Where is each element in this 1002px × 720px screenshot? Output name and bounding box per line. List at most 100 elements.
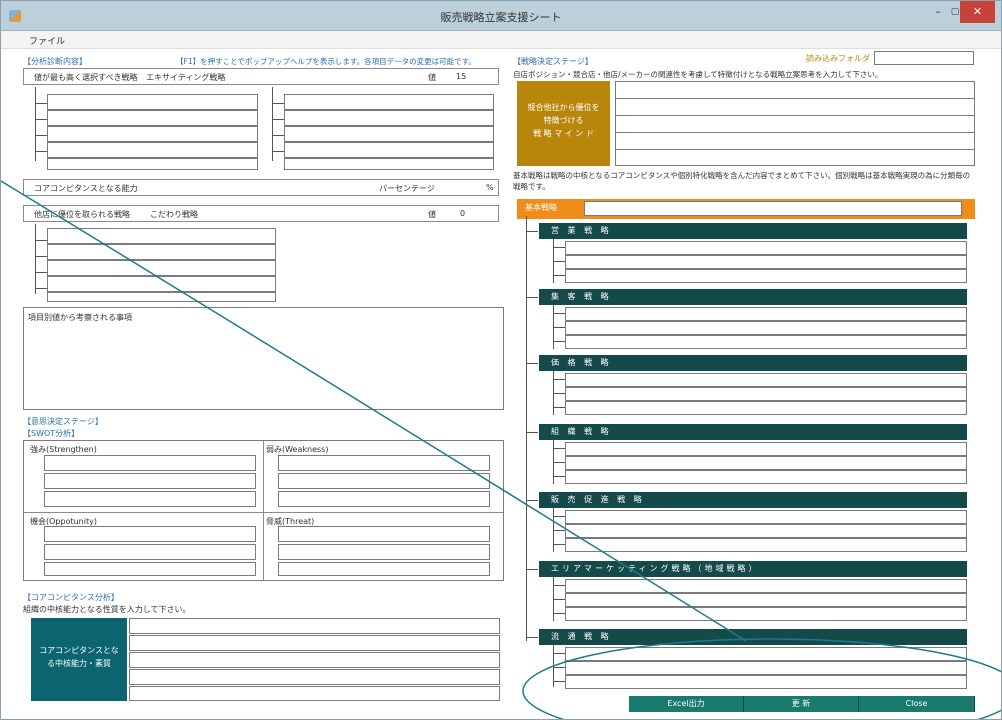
strategy-5-input-2[interactable] <box>565 524 967 538</box>
strategy-6-input-3[interactable] <box>565 607 967 621</box>
strategy-branch-arrow <box>526 569 538 570</box>
weak-input-3[interactable] <box>47 260 276 276</box>
strategy-4-input-1[interactable] <box>565 442 967 456</box>
tick <box>272 135 284 136</box>
update-button[interactable]: 更 新 <box>744 696 859 712</box>
weak-input-1[interactable] <box>47 228 276 244</box>
swot-divider-h <box>24 512 503 513</box>
opportunity-input-2[interactable] <box>44 544 256 560</box>
strategy-input-1b-5[interactable] <box>284 158 494 170</box>
strategy-branch-arrow <box>526 432 538 433</box>
weak-input-5[interactable] <box>47 292 276 302</box>
mindset-input-3[interactable] <box>615 115 975 133</box>
strategy-header-2: 集 客 戦 略 <box>539 289 967 305</box>
strength-input-3[interactable] <box>44 491 256 507</box>
strategy-input-1b-4[interactable] <box>284 142 494 158</box>
tick <box>553 653 565 654</box>
strategy-1-input-2[interactable] <box>565 255 967 269</box>
strategy-input-1b-1[interactable] <box>284 94 494 110</box>
close-window-button[interactable]: ✕ <box>960 1 995 23</box>
strategy-stage-label: 【戦略決定ステージ】 <box>513 57 593 66</box>
strategy-7-input-2[interactable] <box>565 661 967 675</box>
weak-strategy-value-label: 値 <box>428 210 436 219</box>
tick <box>272 119 284 120</box>
tick <box>272 151 284 152</box>
threat-input-2[interactable] <box>278 544 490 560</box>
strategy-header-4: 組 織 戦 略 <box>539 424 967 440</box>
weak-input-4[interactable] <box>47 276 276 292</box>
strategy-branch-arrow <box>526 297 538 298</box>
menu-file[interactable]: ファイル <box>29 34 65 47</box>
strategy-2-input-2[interactable] <box>565 321 967 335</box>
consideration-textarea[interactable]: 項目別値から考察される事項 <box>23 307 504 410</box>
strategy-2-input-3[interactable] <box>565 335 967 349</box>
strategy-3-input-2[interactable] <box>565 387 967 401</box>
strategy-input-1a-4[interactable] <box>47 142 258 158</box>
strategy-3-input-3[interactable] <box>565 401 967 415</box>
window-title: 販売戦略立案支援シート <box>440 11 562 24</box>
core-input-2[interactable] <box>129 635 500 651</box>
strategy-6-input-2[interactable] <box>565 593 967 607</box>
strength-input-1[interactable] <box>44 455 256 471</box>
strategy-2-input-1[interactable] <box>565 307 967 321</box>
folder-label: 読み込みフォルダ <box>806 54 870 63</box>
close-button[interactable]: Close <box>859 696 975 712</box>
mindset-input-1[interactable] <box>615 81 975 99</box>
strategy-1-input-1[interactable] <box>565 241 967 255</box>
weakness-input-1[interactable] <box>278 455 490 471</box>
tick <box>553 599 565 600</box>
weakness-input-3[interactable] <box>278 491 490 507</box>
weak-input-2[interactable] <box>47 244 276 260</box>
tick <box>553 407 565 408</box>
basic-strategy-input[interactable] <box>584 201 962 216</box>
strategy-3-input-1[interactable] <box>565 373 967 387</box>
strategy-trunk-line <box>526 216 527 641</box>
strategy-input-1b-3[interactable] <box>284 126 494 142</box>
strategy-input-1a-1[interactable] <box>47 94 258 110</box>
strategy-input-1a-2[interactable] <box>47 110 258 126</box>
tick <box>553 462 565 463</box>
weakness-input-2[interactable] <box>278 473 490 489</box>
excel-export-button[interactable]: Excel出力 <box>629 696 744 712</box>
core-input-1[interactable] <box>129 618 500 634</box>
strategy-4-input-2[interactable] <box>565 456 967 470</box>
strategy-5-input-1[interactable] <box>565 510 967 524</box>
tick <box>553 247 565 248</box>
mindset-input-4[interactable] <box>615 132 975 150</box>
threat-input-1[interactable] <box>278 526 490 542</box>
strategy-5-input-3[interactable] <box>565 538 967 552</box>
strategy-header-1: 営 業 戦 略 <box>539 223 967 239</box>
strategy-input-1a-3[interactable] <box>47 126 258 142</box>
strategy-header-5: 販 売 促 進 戦 略 <box>539 492 967 508</box>
core-ability-unit: % <box>486 183 494 192</box>
strategy-6-input-1[interactable] <box>565 579 967 593</box>
weak-strategy-row: 他店に優位を取られる戦略 こだわり戦略 値 0 <box>23 205 499 222</box>
title-bar: 販売戦略立案支援シート – ▢ ✕ <box>1 1 1001 31</box>
menu-bar: ファイル <box>1 31 1001 49</box>
core-input-4[interactable] <box>129 669 500 685</box>
threat-input-3[interactable] <box>278 562 490 576</box>
mindset-input-5[interactable] <box>615 149 975 166</box>
opportunity-input-3[interactable] <box>44 562 256 576</box>
tick <box>553 667 565 668</box>
opportunity-input-1[interactable] <box>44 526 256 542</box>
strategy-input-1a-5[interactable] <box>47 158 258 170</box>
core-input-5[interactable] <box>129 686 500 701</box>
mindset-input-2[interactable] <box>615 98 975 116</box>
strategy-7-input-1[interactable] <box>565 647 967 661</box>
tick <box>272 103 284 104</box>
weak-strategy-value-num: 0 <box>460 209 466 218</box>
strategy-4-input-3[interactable] <box>565 470 967 484</box>
strength-input-2[interactable] <box>44 473 256 489</box>
strategy-header-3: 価 格 戦 略 <box>539 355 967 371</box>
swot-strength-label: 強み(Strengthen) <box>30 445 97 454</box>
strategy-7-input-3[interactable] <box>565 675 967 689</box>
folder-input[interactable] <box>874 51 974 65</box>
strategy-input-1b-2[interactable] <box>284 110 494 126</box>
top-strategy-value-num: 15 <box>456 72 467 81</box>
strategy-1-input-3[interactable] <box>565 269 967 283</box>
tick <box>35 240 47 241</box>
strategy-branch-arrow <box>526 637 538 638</box>
tick <box>35 256 47 257</box>
core-input-3[interactable] <box>129 652 500 668</box>
